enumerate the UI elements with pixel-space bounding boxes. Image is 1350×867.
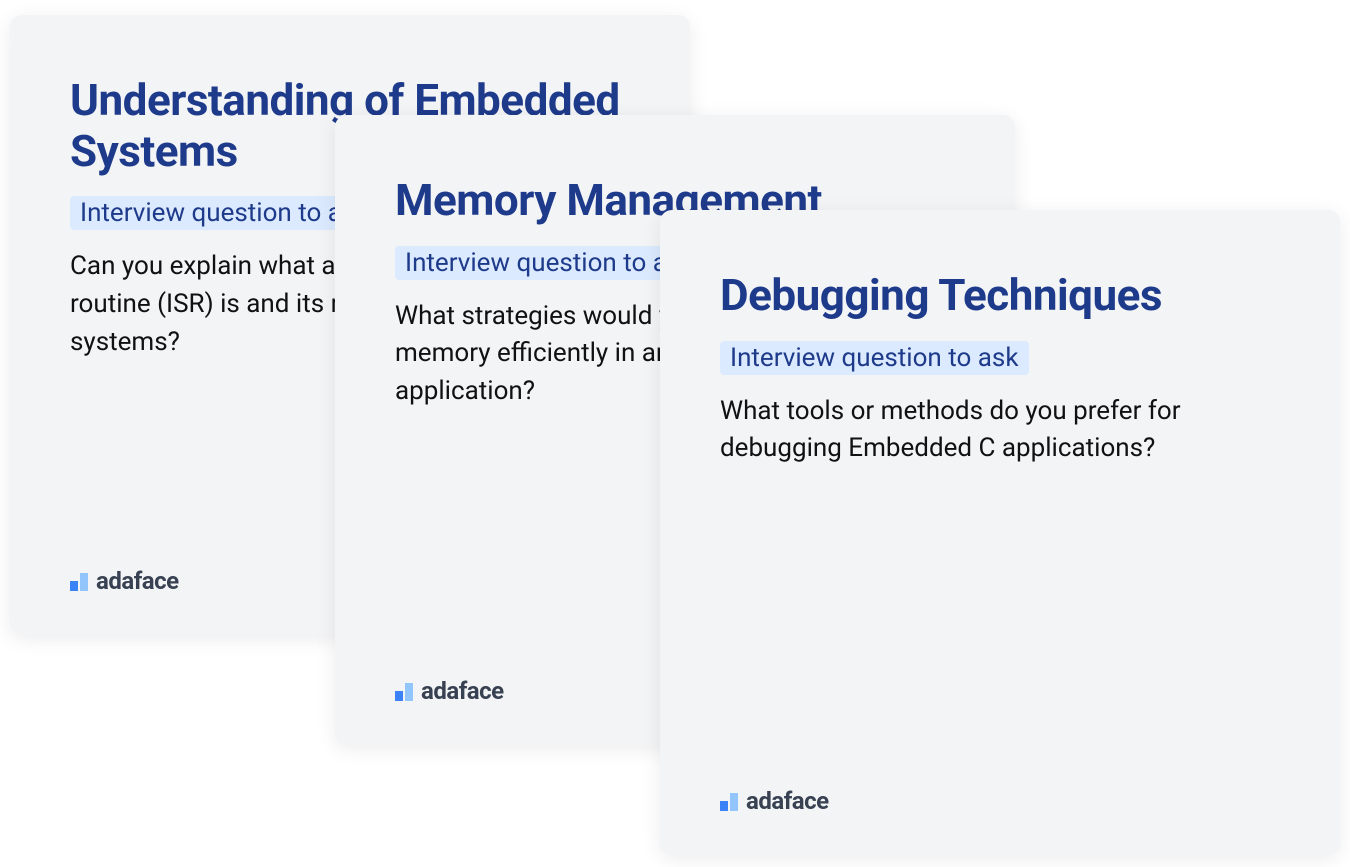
brand-text: adaface xyxy=(421,677,504,705)
card-debugging: Debugging Techniques Interview question … xyxy=(660,210,1340,855)
badge: Interview question to ask xyxy=(70,196,379,230)
badge: Interview question to ask xyxy=(720,341,1029,375)
bars-icon xyxy=(395,681,413,701)
bars-icon xyxy=(70,571,88,591)
brand-logo: adaface xyxy=(70,567,179,595)
card-title: Debugging Techniques xyxy=(720,270,1280,321)
card-body: What tools or methods do you prefer for … xyxy=(720,393,1280,468)
brand-logo: adaface xyxy=(720,787,829,815)
badge: Interview question to ask xyxy=(395,246,704,280)
brand-logo: adaface xyxy=(395,677,504,705)
brand-text: adaface xyxy=(746,787,829,815)
brand-text: adaface xyxy=(96,567,179,595)
bars-icon xyxy=(720,791,738,811)
